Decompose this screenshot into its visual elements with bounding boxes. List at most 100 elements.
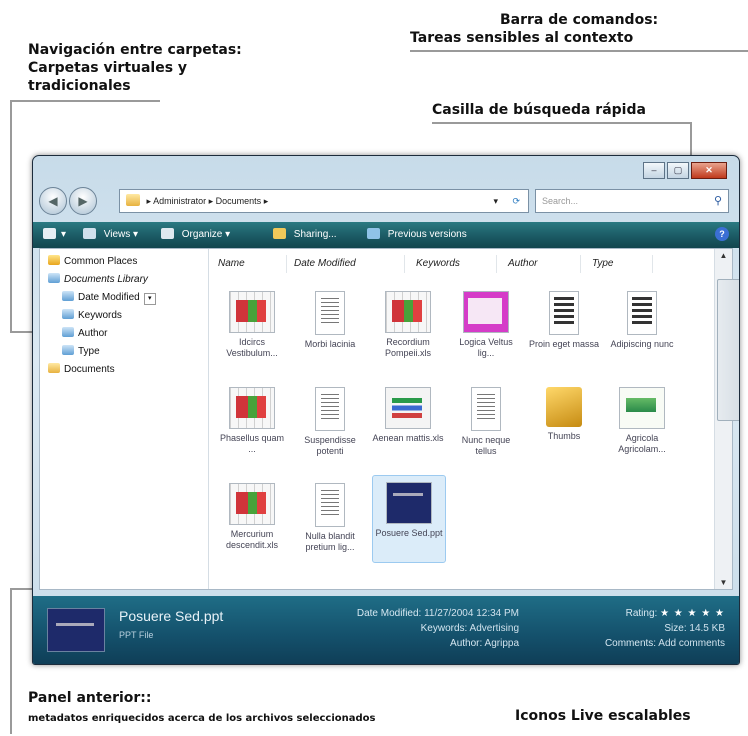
- preview-callout-title: Panel anterior::: [28, 690, 152, 706]
- chart-thumbnail: [385, 387, 431, 429]
- nav-label: Keywords: [78, 310, 122, 321]
- file-tile[interactable]: Nunc neque tellus: [450, 381, 522, 467]
- breadcrumb-separator-icon: ▸: [208, 196, 214, 206]
- sharing-button[interactable]: Sharing...: [273, 222, 337, 248]
- file-name: Morbi lacinia: [304, 339, 356, 349]
- nav-label: Documents Library: [64, 274, 148, 285]
- nav-dropdown-icon[interactable]: ▾: [143, 293, 156, 305]
- file-tile[interactable]: Suspendisse potenti: [294, 381, 366, 467]
- file-tile[interactable]: Morbi lacinia: [294, 285, 366, 371]
- file-list: Name Date Modified Keywords Author Type …: [210, 249, 714, 589]
- file-tile[interactable]: Adipiscing nunc: [606, 285, 678, 371]
- rating-row[interactable]: Rating: ★ ★ ★ ★ ★: [605, 606, 725, 621]
- file-tile[interactable]: Logica Veltus lig...: [450, 285, 522, 371]
- forward-arrow-icon[interactable]: ▶: [69, 187, 97, 215]
- organize-icon: [161, 228, 174, 239]
- file-name: Nunc neque tellus: [461, 435, 511, 456]
- nav-label: Type: [78, 346, 100, 357]
- previous-versions-icon: [367, 228, 380, 239]
- file-tile[interactable]: Phasellus quam ...: [216, 381, 288, 467]
- nav-item-documents[interactable]: Documents: [48, 361, 115, 379]
- previous-versions-button[interactable]: Previous versions: [367, 222, 467, 248]
- comments-row[interactable]: Comments: Add comments: [605, 636, 725, 651]
- file-name: Mercurium descendit.xls: [225, 529, 279, 550]
- selected-file-thumbnail: [47, 608, 105, 652]
- address-bar[interactable]: ▸ Administrator ▸ Documents ▸ ▾ ⟳: [119, 189, 529, 213]
- layout-button[interactable]: ▾: [43, 222, 66, 248]
- search-placeholder: Search...: [542, 196, 579, 206]
- navigation-callout-line-v: [10, 100, 12, 332]
- file-tile[interactable]: Mercurium descendit.xls: [216, 477, 288, 563]
- file-tile[interactable]: Aenean mattis.xls: [372, 381, 444, 467]
- nav-item-author[interactable]: Author: [62, 325, 107, 343]
- author-label: Author:: [450, 638, 483, 649]
- nav-item-documents-library[interactable]: Documents Library: [48, 271, 148, 289]
- virtual-folder-icon: [62, 345, 74, 355]
- command-bar: ▾ Views ▾ Organize ▾ Sharing... Previous…: [33, 222, 739, 248]
- vertical-scrollbar[interactable]: ▲ ▼: [714, 249, 739, 589]
- address-dropdown-icon[interactable]: ▾: [493, 190, 498, 212]
- keywords-label: Keywords:: [420, 623, 468, 634]
- organize-label: Organize: [181, 229, 223, 240]
- views-icon: [83, 228, 96, 239]
- document-thumbnail: [549, 291, 579, 335]
- date-modified-value: 11/27/2004 12:34 PM: [424, 608, 519, 619]
- column-header-type[interactable]: Type: [592, 255, 653, 273]
- breadcrumb-administrator[interactable]: Administrator: [153, 196, 206, 206]
- nav-item-date-modified[interactable]: Date Modified ▾: [62, 289, 156, 307]
- file-name: Thumbs: [547, 431, 581, 441]
- column-header-name[interactable]: Name: [218, 255, 287, 273]
- search-box[interactable]: Search... ⚲: [535, 189, 729, 213]
- file-tile[interactable]: Idcircs Vestibulum...: [216, 285, 288, 371]
- breadcrumb-documents[interactable]: Documents: [216, 196, 262, 206]
- command-bar-callout-subtitle: Tareas sensibles al contexto: [410, 30, 634, 46]
- document-thumbnail: [627, 291, 657, 335]
- date-modified-row[interactable]: Date Modified: 11/27/2004 12:34 PM: [357, 606, 519, 621]
- file-tile[interactable]: Thumbs: [528, 381, 600, 467]
- navigation-callout-line-h: [10, 100, 160, 102]
- column-header-author[interactable]: Author: [508, 255, 581, 273]
- file-tile[interactable]: Agricola Agricolam...: [606, 381, 678, 467]
- file-tile[interactable]: Recordium Pompeii.xls: [372, 285, 444, 371]
- nav-item-type[interactable]: Type: [62, 343, 100, 361]
- file-tile[interactable]: Nulla blandit pretium lig...: [294, 477, 366, 563]
- nav-item-common-places[interactable]: Common Places: [48, 253, 137, 271]
- file-name: Nulla blandit pretium lig...: [305, 531, 355, 552]
- details-pane: Posuere Sed.ppt PPT File Date Modified: …: [33, 596, 739, 664]
- file-name: Agricola Agricolam...: [618, 433, 666, 454]
- refresh-icon[interactable]: ⟳: [512, 190, 520, 212]
- author-row[interactable]: Author: Agrippa: [357, 636, 519, 651]
- scrollbar-thumb[interactable]: [717, 279, 739, 421]
- comments-label: Comments:: [604, 638, 657, 649]
- navigation-callout-line-3: tradicionales: [28, 78, 131, 94]
- navigation-callout-line-2: Carpetas virtuales y: [28, 60, 188, 76]
- close-icon[interactable]: ✕: [691, 162, 727, 179]
- organize-button[interactable]: Organize ▾: [161, 222, 230, 248]
- rating-stars-icon[interactable]: ★ ★ ★ ★ ★: [660, 608, 725, 619]
- virtual-folder-icon: [62, 309, 74, 319]
- scroll-up-icon[interactable]: ▲: [715, 251, 732, 260]
- column-header-keywords[interactable]: Keywords: [416, 255, 497, 273]
- size-label: Size:: [664, 623, 687, 634]
- column-header-date-modified[interactable]: Date Modified: [294, 255, 405, 273]
- nav-item-keywords[interactable]: Keywords: [62, 307, 122, 325]
- file-tile-selected[interactable]: Posuere Sed.ppt: [372, 475, 446, 563]
- minimize-icon[interactable]: –: [643, 162, 665, 179]
- help-icon[interactable]: ?: [715, 222, 729, 248]
- document-thumbnail: [471, 387, 501, 431]
- selected-file-type: PPT File: [119, 630, 154, 640]
- views-button[interactable]: Views ▾: [83, 222, 138, 248]
- content-area: Common Places Documents Library Date Mod…: [39, 248, 739, 590]
- file-name: Proin eget massa: [528, 339, 600, 349]
- file-name: Phasellus quam ...: [219, 433, 285, 454]
- comments-value[interactable]: Add comments: [658, 638, 725, 649]
- search-icon[interactable]: ⚲: [714, 190, 722, 212]
- file-tile[interactable]: Proin eget massa: [528, 285, 600, 371]
- views-label: Views: [103, 229, 131, 240]
- icons-callout: Iconos Live escalables: [515, 708, 691, 724]
- maximize-icon[interactable]: ▢: [667, 162, 689, 179]
- back-arrow-icon[interactable]: ◀: [39, 187, 67, 215]
- scroll-down-icon[interactable]: ▼: [715, 578, 732, 587]
- keywords-row[interactable]: Keywords: Advertising: [357, 621, 519, 636]
- library-icon: [48, 273, 60, 283]
